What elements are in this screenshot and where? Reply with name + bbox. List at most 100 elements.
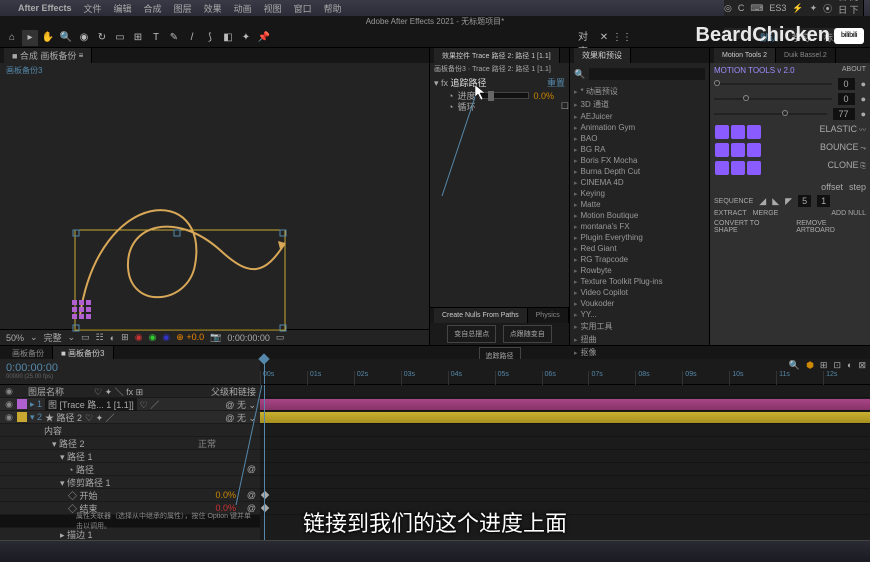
fx-category[interactable]: RG Trapcode bbox=[574, 254, 705, 265]
fx-category[interactable]: CINEMA 4D bbox=[574, 177, 705, 188]
layer-bar-2[interactable] bbox=[260, 412, 870, 423]
menu-file[interactable]: 文件 bbox=[84, 2, 102, 15]
pen-tool[interactable]: ✎ bbox=[166, 30, 182, 46]
tool-opt[interactable]: ⋮⋮ bbox=[614, 30, 630, 46]
clone-tool[interactable]: ⟆ bbox=[202, 30, 218, 46]
status-icon[interactable]: ⦿ bbox=[823, 2, 832, 15]
menu-edit[interactable]: 编辑 bbox=[114, 2, 132, 15]
fx-category[interactable]: * 动画预设 bbox=[574, 85, 705, 98]
hdr-icon[interactable]: ⬢ bbox=[806, 360, 814, 371]
lock-icon[interactable]: ● bbox=[861, 79, 866, 89]
effects-presets-tab[interactable]: 效果和预设 bbox=[574, 48, 631, 63]
fx-category[interactable]: Boris FX Mocha bbox=[574, 155, 705, 166]
seq-icon[interactable]: ◣ bbox=[772, 196, 779, 207]
seq-icon[interactable]: ◤ bbox=[785, 196, 792, 207]
status-icon[interactable]: ⌨ bbox=[750, 3, 763, 14]
progress-value[interactable]: 0.0% bbox=[533, 91, 554, 101]
timecode[interactable]: 0:00:00:00 bbox=[6, 362, 254, 374]
progress-slider[interactable] bbox=[479, 92, 529, 99]
seq-icon[interactable]: ◢ bbox=[759, 196, 766, 207]
comp-tab[interactable]: ■ 合成 画板备份 ≡ bbox=[4, 48, 92, 63]
hdr-icon[interactable]: ⊠ bbox=[858, 360, 866, 371]
camera-tool[interactable]: ▭ bbox=[112, 30, 128, 46]
roto-tool[interactable]: ✦ bbox=[238, 30, 254, 46]
nulls-btn-2[interactable]: 点跟随变自 bbox=[503, 325, 552, 343]
ruler-tick[interactable]: 09s bbox=[682, 371, 729, 385]
extract-btn[interactable]: EXTRACT bbox=[714, 210, 747, 217]
ruler-tick[interactable]: 06s bbox=[542, 371, 589, 385]
zoom-tool[interactable]: 🔍 bbox=[58, 30, 74, 46]
ruler-tick[interactable]: 04s bbox=[448, 371, 495, 385]
dock[interactable] bbox=[0, 540, 870, 562]
menu-help[interactable]: 帮助 bbox=[324, 2, 342, 15]
snap-icon[interactable]: ⊡对齐 bbox=[578, 30, 594, 46]
selection-tool[interactable]: ▸ bbox=[22, 30, 38, 46]
fx-category[interactable]: Burna Depth Cut bbox=[574, 166, 705, 177]
merge-btn[interactable]: MERGE bbox=[753, 210, 779, 217]
ruler-tick[interactable]: 07s bbox=[588, 371, 635, 385]
rotate-tool[interactable]: ↻ bbox=[94, 30, 110, 46]
layer-1[interactable]: 图 [Trace 路... 1 [1.1]] bbox=[45, 398, 137, 411]
stopwatch-icon[interactable]: ◔ bbox=[448, 91, 453, 101]
fx-category[interactable]: Motion Boutique bbox=[574, 210, 705, 221]
orbit-tool[interactable]: ◉ bbox=[76, 30, 92, 46]
eye-icon[interactable]: ◉ bbox=[4, 399, 14, 410]
stopwatch-icon[interactable]: ◔ bbox=[448, 102, 453, 112]
ease-preset[interactable] bbox=[747, 125, 761, 139]
ease-preset[interactable] bbox=[715, 125, 729, 139]
fx-category[interactable]: BG RA bbox=[574, 144, 705, 155]
ease-preset[interactable] bbox=[731, 125, 745, 139]
prop-trim[interactable]: ▾ 修剪路径 1 bbox=[4, 476, 111, 489]
status-icon[interactable]: C bbox=[738, 3, 745, 13]
fx-category[interactable]: Red Giant bbox=[574, 243, 705, 254]
sequence-btn[interactable]: SEQUENCE bbox=[714, 198, 753, 205]
menu-layer[interactable]: 图层 bbox=[174, 2, 192, 15]
fx-category[interactable]: Rowbyte bbox=[574, 265, 705, 276]
ease-preset[interactable] bbox=[715, 143, 729, 157]
fx-category[interactable]: Animation Gym bbox=[574, 122, 705, 133]
comp-name[interactable]: 画板备份3 bbox=[0, 63, 429, 75]
mt-val1[interactable]: 0 bbox=[838, 78, 855, 90]
convert-btn[interactable]: CONVERT TO SHAPE bbox=[714, 220, 784, 234]
effects-search[interactable] bbox=[589, 68, 705, 80]
fx-category[interactable]: Plugin Everything bbox=[574, 232, 705, 243]
prop-start[interactable]: ◇ 开始 bbox=[4, 489, 98, 502]
fx-category[interactable]: Texture Toolkit Plug-ins bbox=[574, 276, 705, 287]
playhead[interactable] bbox=[264, 359, 265, 384]
status-icon[interactable]: ⚡ bbox=[792, 3, 803, 14]
ruler-tick[interactable]: 08s bbox=[635, 371, 682, 385]
ruler-tick[interactable]: 05s bbox=[495, 371, 542, 385]
nulls-btn-1[interactable]: 变自总摆点 bbox=[447, 325, 496, 343]
eye-icon[interactable]: ◉ bbox=[4, 412, 14, 423]
motion-tools-tab[interactable]: Motion Tools 2 bbox=[714, 48, 776, 63]
physics-tab[interactable]: Physics bbox=[528, 308, 569, 323]
brush-tool[interactable]: / bbox=[184, 30, 200, 46]
addnull-btn[interactable]: ADD NULL bbox=[831, 210, 866, 217]
menu-anim[interactable]: 动画 bbox=[234, 2, 252, 15]
hdr-icon[interactable]: ⊞ bbox=[820, 360, 828, 371]
about-link[interactable]: ABOUT bbox=[842, 66, 866, 75]
layer-2[interactable]: ★ 路径 2 bbox=[45, 411, 82, 424]
status-icon[interactable]: ES3 bbox=[769, 3, 786, 13]
hdr-icon[interactable]: ⊡ bbox=[833, 360, 841, 371]
menu-effect[interactable]: 效果 bbox=[204, 2, 222, 15]
status-icon[interactable]: ✦ bbox=[810, 3, 818, 14]
fx-category[interactable]: Keying bbox=[574, 188, 705, 199]
text-tool[interactable]: T bbox=[148, 30, 164, 46]
hdr-icon[interactable]: ◐ bbox=[847, 360, 852, 371]
menu-view[interactable]: 视图 bbox=[264, 2, 282, 15]
lock-icon[interactable]: ● bbox=[861, 109, 866, 119]
mt-val3[interactable]: 77 bbox=[833, 108, 855, 120]
layer-color[interactable] bbox=[17, 399, 27, 409]
ease-preset[interactable] bbox=[715, 161, 729, 175]
eraser-tool[interactable]: ◧ bbox=[220, 30, 236, 46]
menu-comp[interactable]: 合成 bbox=[144, 2, 162, 15]
ease-preset[interactable] bbox=[747, 161, 761, 175]
puppet-tool[interactable]: 📌 bbox=[256, 30, 272, 46]
layer-bar-1[interactable] bbox=[260, 399, 870, 410]
menu-window[interactable]: 窗口 bbox=[294, 2, 312, 15]
hand-tool[interactable]: ✋ bbox=[40, 30, 56, 46]
prop-path[interactable]: ▾ 路径 1 bbox=[4, 450, 93, 463]
effect-controls-tab[interactable]: 效果控件 Trace 路径 2: 路径 1 [1.1] bbox=[434, 48, 560, 63]
app-name[interactable]: After Effects bbox=[18, 3, 72, 13]
